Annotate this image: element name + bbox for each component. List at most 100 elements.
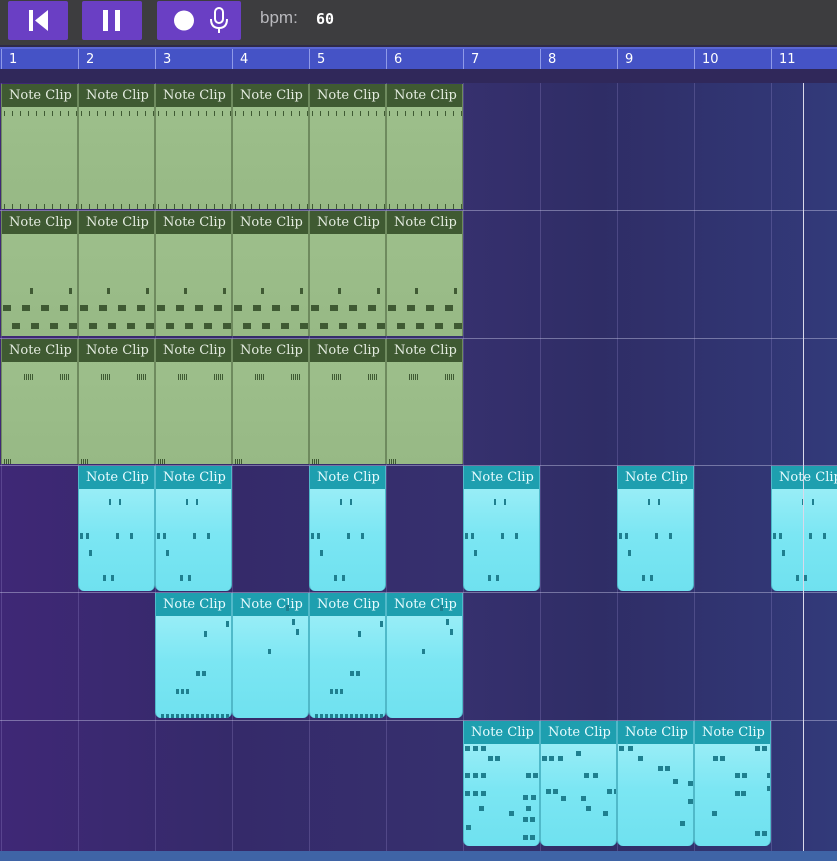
note-clip[interactable]: Note Clip xyxy=(155,466,232,591)
clip-header[interactable]: Note Clip xyxy=(695,721,770,744)
note-clip[interactable]: Note Clip xyxy=(309,211,386,336)
ruler-bar-6[interactable]: 6 xyxy=(386,49,402,71)
note-clip[interactable]: Note Clip xyxy=(155,339,232,464)
note-clip[interactable]: Note Clip xyxy=(155,84,232,209)
clip-header[interactable]: Note Clip xyxy=(387,339,462,362)
note xyxy=(440,605,443,611)
ruler-bar-9[interactable]: 9 xyxy=(617,49,633,71)
clip-header[interactable]: Note Clip xyxy=(2,84,77,107)
note-clip[interactable]: Note Clip xyxy=(386,339,463,464)
clip-name: Note Clip xyxy=(394,88,457,103)
clip-header[interactable]: Note Clip xyxy=(387,211,462,234)
ruler-bar-10[interactable]: 10 xyxy=(694,49,719,71)
note xyxy=(526,806,531,811)
ruler-bar-8[interactable]: 8 xyxy=(540,49,556,71)
clip-header[interactable]: Note Clip xyxy=(156,84,231,107)
clip-header[interactable]: Note Clip xyxy=(310,84,385,107)
clip-header[interactable]: Note Clip xyxy=(772,466,837,489)
note-clip[interactable]: Note Clip xyxy=(232,339,309,464)
ruler-bar-5[interactable]: 5 xyxy=(309,49,325,71)
clip-header[interactable]: Note Clip xyxy=(387,593,462,616)
ruler-bar-3[interactable]: 3 xyxy=(155,49,171,71)
clip-name: Note Clip xyxy=(163,343,226,358)
note-clip[interactable]: Note Clip xyxy=(1,84,78,209)
clip-header[interactable]: Note Clip xyxy=(156,339,231,362)
note-clip[interactable]: Note Clip xyxy=(463,721,540,846)
clip-header[interactable]: Note Clip xyxy=(79,466,154,489)
note-clip[interactable]: Note Clip xyxy=(78,84,155,209)
note xyxy=(638,756,643,761)
note-clip[interactable]: Note Clip xyxy=(155,211,232,336)
timeline-ruler[interactable]: 1 2 3 4 5 6 7 8 9 10 11 xyxy=(0,47,837,71)
transport-toolbar: bpm: 60 xyxy=(0,0,837,45)
note-clip[interactable]: Note Clip xyxy=(1,211,78,336)
note-clip[interactable]: Note Clip xyxy=(386,593,463,718)
clip-header[interactable]: Note Clip xyxy=(464,721,539,744)
clip-header[interactable]: Note Clip xyxy=(310,466,385,489)
clip-header[interactable]: Note Clip xyxy=(233,84,308,107)
clip-header[interactable]: Note Clip xyxy=(618,721,693,744)
clip-header[interactable]: Note Clip xyxy=(156,211,231,234)
note-clip[interactable]: Note Clip xyxy=(309,593,386,718)
note xyxy=(80,533,83,539)
note-clip[interactable]: Note Clip xyxy=(309,466,386,591)
ruler-bar-4[interactable]: 4 xyxy=(232,49,248,71)
clip-header[interactable]: Note Clip xyxy=(79,84,154,107)
clip-header[interactable]: Note Clip xyxy=(79,339,154,362)
note-clip[interactable]: Note Clip xyxy=(386,84,463,209)
note-clip[interactable]: Note Clip xyxy=(771,466,837,591)
clip-header[interactable]: Note Clip xyxy=(233,211,308,234)
note-clip[interactable]: Note Clip xyxy=(617,721,694,846)
clip-header[interactable]: Note Clip xyxy=(310,593,385,616)
note-clip[interactable]: Note Clip xyxy=(232,211,309,336)
clip-header[interactable]: Note Clip xyxy=(2,339,77,362)
clip-header[interactable]: Note Clip xyxy=(464,466,539,489)
bpm-value[interactable]: 60 xyxy=(316,10,334,28)
skip-to-start-button[interactable] xyxy=(8,1,68,40)
note xyxy=(812,499,814,505)
clip-header[interactable]: Note Clip xyxy=(156,466,231,489)
arrangement-tracks[interactable]: Note Clip Note Clip Note Clip Note Clip Note… xyxy=(0,83,837,851)
note-clip[interactable]: Note Clip xyxy=(463,466,540,591)
clip-header[interactable]: Note Clip xyxy=(233,593,308,616)
note-clip[interactable]: Note Clip xyxy=(386,211,463,336)
ruler-bar-2[interactable]: 2 xyxy=(78,49,94,71)
note xyxy=(779,533,782,539)
pause-button[interactable] xyxy=(82,1,142,40)
note-clip[interactable]: Note Clip xyxy=(78,211,155,336)
note xyxy=(6,459,7,464)
note-clip[interactable]: Note Clip xyxy=(78,339,155,464)
record-button[interactable] xyxy=(157,1,241,40)
horizontal-scrollbar[interactable] xyxy=(0,851,837,861)
note-clip[interactable]: Note Clip xyxy=(617,466,694,591)
note-clip[interactable]: Note Clip xyxy=(309,339,386,464)
note xyxy=(429,111,430,116)
ruler-bar-7[interactable]: 7 xyxy=(463,49,479,71)
note-clip[interactable]: Note Clip xyxy=(232,84,309,209)
clip-header[interactable]: Note Clip xyxy=(387,84,462,107)
note xyxy=(509,811,514,816)
playhead[interactable] xyxy=(803,83,804,851)
note xyxy=(160,459,161,464)
note-clip[interactable]: Note Clip xyxy=(155,593,232,718)
note-clip[interactable]: Note Clip xyxy=(78,466,155,591)
clip-header[interactable]: Note Clip xyxy=(233,339,308,362)
clip-header[interactable]: Note Clip xyxy=(310,211,385,234)
note-clip[interactable]: Note Clip xyxy=(232,593,309,718)
note xyxy=(206,111,207,116)
clip-header[interactable]: Note Clip xyxy=(2,211,77,234)
clip-header[interactable]: Note Clip xyxy=(156,593,231,616)
note xyxy=(584,773,589,778)
note-clip[interactable]: Note Clip xyxy=(694,721,771,846)
ruler-bar-1[interactable]: 1 xyxy=(1,49,17,71)
clip-header[interactable]: Note Clip xyxy=(541,721,616,744)
note-clip[interactable]: Note Clip xyxy=(540,721,617,846)
note xyxy=(129,204,130,209)
ruler-bar-11[interactable]: 11 xyxy=(771,49,796,71)
clip-header[interactable]: Note Clip xyxy=(79,211,154,234)
note xyxy=(28,111,29,116)
clip-header[interactable]: Note Clip xyxy=(310,339,385,362)
clip-header[interactable]: Note Clip xyxy=(618,466,693,489)
note-clip[interactable]: Note Clip xyxy=(1,339,78,464)
note-clip[interactable]: Note Clip xyxy=(309,84,386,209)
